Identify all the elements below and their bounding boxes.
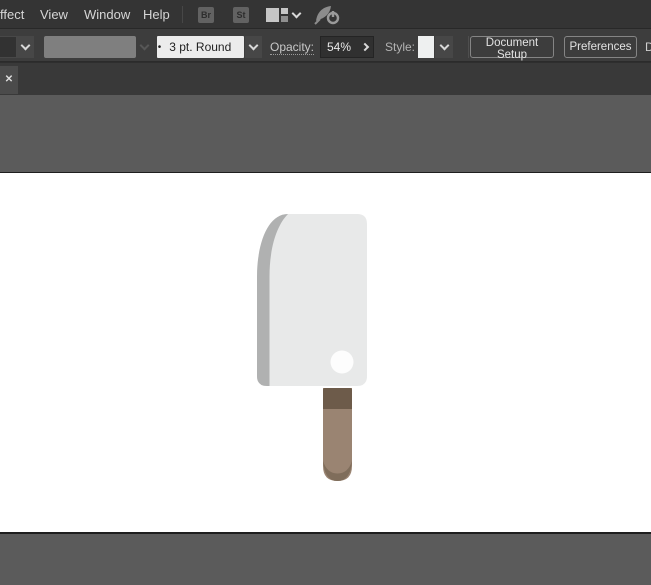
brush-dot-preview: •: [157, 41, 162, 53]
document-setup-button[interactable]: Document Setup: [470, 36, 554, 61]
illustrator-window: ffect View Window Help Br St • 3 pt. Rou…: [0, 0, 651, 585]
workspace-pane: [266, 8, 279, 22]
workspace-pane: [281, 16, 288, 22]
opacity-label[interactable]: Opacity:: [270, 36, 315, 58]
bridge-icon[interactable]: Br: [198, 7, 214, 23]
style-dropdown-button[interactable]: [435, 36, 453, 58]
brush-name: 3 pt. Round: [169, 40, 232, 54]
workspace-switcher-icon[interactable]: [266, 8, 288, 22]
style-swatch[interactable]: [418, 36, 434, 58]
document-tab-bar: ✕: [0, 62, 651, 95]
chevron-down-icon: [20, 40, 31, 51]
pasteboard: [0, 95, 651, 172]
gpu-performance-rocket-icon[interactable]: [314, 4, 340, 26]
control-bar: • 3 pt. Round Opacity: 54% Style: Docume…: [0, 29, 651, 62]
stock-icon[interactable]: St: [233, 7, 249, 23]
cleaver-hole[interactable]: [330, 350, 354, 374]
cleaver-illustration[interactable]: [250, 205, 380, 495]
workspace-pane: [281, 8, 288, 14]
tab-close-button[interactable]: ✕: [0, 66, 18, 94]
artboard-border: [0, 172, 651, 173]
opacity-value: 54%: [327, 40, 352, 54]
brush-dropdown-button[interactable]: [245, 36, 262, 58]
chevron-down-icon[interactable]: [291, 8, 302, 19]
stroke-field-fragment[interactable]: [0, 36, 17, 58]
pasteboard: [0, 534, 651, 585]
menu-effect[interactable]: ffect: [0, 0, 24, 29]
preferences-button[interactable]: Preferences: [564, 36, 637, 58]
menu-bar: ffect View Window Help Br St: [0, 0, 651, 29]
menu-view[interactable]: View: [40, 0, 68, 29]
cleaver-handle-ferrule[interactable]: [323, 388, 352, 409]
control-separator: [468, 36, 469, 58]
menu-separator: [182, 6, 183, 23]
width-profile-field[interactable]: [44, 36, 136, 58]
chevron-down-icon: [248, 40, 259, 51]
stroke-dropdown-button[interactable]: [17, 36, 34, 58]
width-profile-dropdown-disabled: [137, 36, 151, 58]
chevron-down-icon: [439, 40, 449, 51]
style-label: Style:: [385, 40, 416, 54]
menu-window[interactable]: Window: [84, 0, 130, 29]
chevron-down-icon: [139, 40, 149, 51]
chevron-right-icon[interactable]: [360, 42, 370, 52]
brush-definition-field[interactable]: • 3 pt. Round: [157, 36, 244, 58]
menu-help[interactable]: Help: [143, 0, 170, 29]
opacity-input[interactable]: 54%: [320, 36, 374, 58]
cut-off-element: D: [645, 40, 651, 54]
